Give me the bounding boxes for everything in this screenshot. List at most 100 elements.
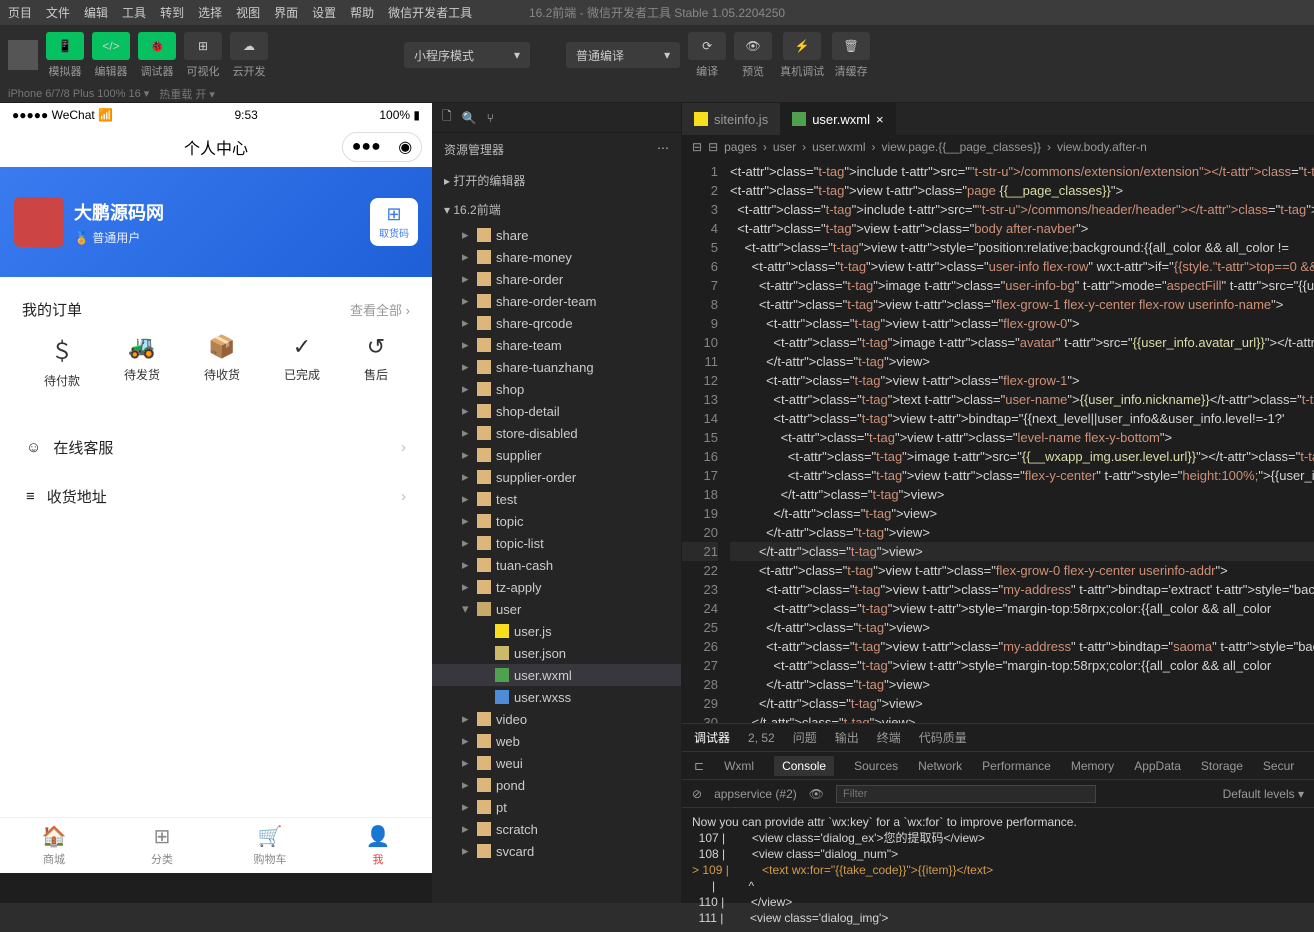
menu-item[interactable]: 设置 — [312, 4, 336, 21]
tree-item[interactable]: ▸shop-detail — [432, 400, 681, 422]
remote-button[interactable]: ⚡ — [783, 32, 821, 60]
tree-item[interactable]: ▸share-team — [432, 334, 681, 356]
clear-button[interactable]: 🗑 — [832, 32, 870, 60]
eye-icon[interactable]: 👁 — [809, 787, 824, 801]
qr-badge[interactable]: ⊞取货码 — [370, 198, 418, 246]
simulator-button[interactable]: 📱 — [46, 32, 84, 60]
tree-item[interactable]: ▸share — [432, 224, 681, 246]
breadcrumb-item[interactable]: pages — [724, 140, 757, 154]
menu-item[interactable]: 微信开发者工具 — [388, 4, 472, 21]
toggle-icon[interactable]: ⊏ — [694, 759, 704, 773]
branch-icon[interactable]: ⑂ — [487, 111, 494, 125]
tree-item[interactable]: ▸share-order — [432, 268, 681, 290]
panel-tab[interactable]: 终端 — [877, 729, 901, 746]
tree-item[interactable]: ▸tuan-cash — [432, 554, 681, 576]
devtools-tab[interactable]: Wxml — [724, 759, 754, 773]
menu-item[interactable]: 编辑 — [84, 4, 108, 21]
tree-item[interactable]: ▸topic-list — [432, 532, 681, 554]
close-icon[interactable]: × — [876, 112, 884, 127]
order-item[interactable]: 📦待收货 — [204, 334, 240, 389]
tree-item[interactable]: ▸video — [432, 708, 681, 730]
more-icon[interactable]: ⋯ — [657, 141, 669, 158]
tree-item[interactable]: ▸store-disabled — [432, 422, 681, 444]
device-select[interactable]: iPhone 6/7/8 Plus 100% 16 ▾ — [8, 87, 149, 100]
levels-select[interactable]: Default levels ▾ — [1223, 787, 1304, 801]
editor-tab[interactable]: siteinfo.js — [682, 103, 780, 135]
devtools-tab[interactable]: Performance — [982, 759, 1051, 773]
files-icon[interactable]: 🗋 — [442, 107, 452, 128]
breadcrumb-item[interactable]: view.body.after-n — [1057, 140, 1147, 154]
search-icon[interactable]: 🔍 — [462, 111, 477, 125]
tree-item[interactable]: ▸pond — [432, 774, 681, 796]
order-item[interactable]: 🚜待发货 — [124, 334, 160, 389]
list-item[interactable]: ☺在线客服› — [22, 423, 410, 472]
tree-item[interactable]: ▸weui — [432, 752, 681, 774]
context-select[interactable]: appservice (#2) — [714, 787, 797, 801]
menu-item[interactable]: 选择 — [198, 4, 222, 21]
menu-item[interactable]: 工具 — [122, 4, 146, 21]
breadcrumb-item[interactable]: user.wxml — [812, 140, 865, 154]
tree-item[interactable]: ▸utils — [432, 862, 681, 864]
menu-item[interactable]: 帮助 — [350, 4, 374, 21]
menu-item[interactable]: 页目 — [8, 4, 32, 21]
tree-item[interactable]: ▸share-qrcode — [432, 312, 681, 334]
view-all-link[interactable]: 查看全部 › — [350, 300, 410, 319]
reload-toggle[interactable]: 热重载 开 ▾ — [159, 86, 215, 102]
devtools-tab[interactable]: Memory — [1071, 759, 1114, 773]
filter-input[interactable] — [836, 785, 1096, 803]
compile-button[interactable]: ⟳ — [688, 32, 726, 60]
tree-item[interactable]: ▸supplier — [432, 444, 681, 466]
tree-item[interactable]: user.json — [432, 642, 681, 664]
capsule-button[interactable]: ●●●◉ — [342, 132, 422, 162]
order-item[interactable]: ↺售后 — [364, 334, 388, 389]
tabbar-item[interactable]: 🛒购物车 — [216, 818, 324, 873]
open-editors-section[interactable]: ▸ 打开的编辑器 — [432, 166, 681, 195]
root-folder[interactable]: ▾ 16.2前端 — [432, 195, 681, 224]
stop-icon[interactable]: ⊘ — [692, 787, 702, 801]
mode-dropdown[interactable]: 小程序模式▾ — [404, 42, 530, 68]
tree-item[interactable]: ▸tz-apply — [432, 576, 681, 598]
menu-item[interactable]: 转到 — [160, 4, 184, 21]
tree-item[interactable]: user.js — [432, 620, 681, 642]
tree-item[interactable]: ▸share-tuanzhang — [432, 356, 681, 378]
devtools-tab[interactable]: Sources — [854, 759, 898, 773]
list-item[interactable]: ≡收货地址› — [22, 472, 410, 521]
debugger-button[interactable]: 🐞 — [138, 32, 176, 60]
panel-tab[interactable]: 代码质量 — [919, 729, 967, 746]
menu-item[interactable]: 界面 — [274, 4, 298, 21]
editor-button[interactable]: </> — [92, 32, 130, 60]
tree-item[interactable]: ▸shop — [432, 378, 681, 400]
editor-tab[interactable]: user.wxml× — [780, 103, 895, 135]
panel-tab[interactable]: 调试器 — [694, 729, 730, 746]
tree-item[interactable]: ▸pt — [432, 796, 681, 818]
devtools-tab[interactable]: Secur — [1263, 759, 1294, 773]
tree-item[interactable]: ▸share-money — [432, 246, 681, 268]
tree-item[interactable]: ▸share-order-team — [432, 290, 681, 312]
menu-item[interactable]: 视图 — [236, 4, 260, 21]
tree-item[interactable]: ▸supplier-order — [432, 466, 681, 488]
tree-item[interactable]: ▾user — [432, 598, 681, 620]
panel-tab[interactable]: 问题 — [793, 729, 817, 746]
devtools-tab[interactable]: AppData — [1134, 759, 1181, 773]
tree-item[interactable]: user.wxss — [432, 686, 681, 708]
devtools-tab[interactable]: Storage — [1201, 759, 1243, 773]
tree-item[interactable]: ▸svcard — [432, 840, 681, 862]
tabbar-item[interactable]: 🏠商城 — [0, 818, 108, 873]
tree-item[interactable]: ▸topic — [432, 510, 681, 532]
order-item[interactable]: ✓已完成 — [284, 334, 320, 389]
panel-tab[interactable]: 2, 52 — [748, 731, 775, 745]
menu-item[interactable]: 文件 — [46, 4, 70, 21]
visual-button[interactable]: ⊞ — [184, 32, 222, 60]
tree-item[interactable]: ▸web — [432, 730, 681, 752]
preview-button[interactable]: 👁 — [734, 32, 772, 60]
tabbar-item[interactable]: ⊞分类 — [108, 818, 216, 873]
breadcrumb-item[interactable]: user — [773, 140, 796, 154]
tree-item[interactable]: ▸test — [432, 488, 681, 510]
code-lines[interactable]: <t-attr">class="t-tag">include t-attr">s… — [730, 159, 1314, 723]
tree-item[interactable]: ▸scratch — [432, 818, 681, 840]
devtools-tab[interactable]: Network — [918, 759, 962, 773]
breadcrumb-item[interactable]: view.page.{{__page_classes}} — [882, 140, 1041, 154]
cloud-button[interactable]: ☁ — [230, 32, 268, 60]
compile-dropdown[interactable]: 普通编译▾ — [566, 42, 680, 68]
tree-item[interactable]: user.wxml — [432, 664, 681, 686]
